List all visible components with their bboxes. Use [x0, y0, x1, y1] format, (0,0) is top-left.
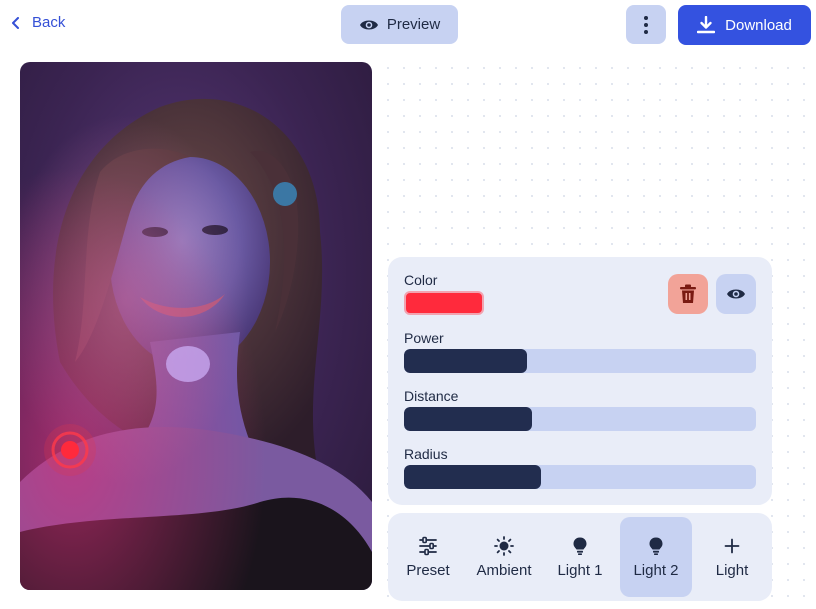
delete-light-button[interactable]	[668, 274, 708, 314]
plus-icon	[724, 538, 740, 553]
light-settings-panel: Color Power Distance Radius	[388, 257, 772, 505]
preview-button[interactable]: Preview	[341, 5, 458, 44]
eye-icon	[727, 289, 745, 299]
tab-light-1[interactable]: Light 1	[544, 517, 616, 597]
tab-ambient[interactable]: Ambient	[468, 517, 540, 597]
trash-icon	[680, 284, 696, 303]
radius-slider[interactable]	[404, 465, 756, 489]
eye-icon	[359, 20, 378, 29]
tab-label: Preset	[406, 561, 450, 579]
portrait-image	[20, 62, 372, 590]
sun-icon	[494, 535, 514, 556]
distance-label: Distance	[404, 388, 459, 404]
power-label: Power	[404, 330, 444, 346]
color-swatch[interactable]	[404, 291, 484, 315]
toggle-visibility-button[interactable]	[716, 274, 756, 314]
back-button[interactable]: Back	[10, 14, 65, 31]
light-tabs-bar: Preset Ambient Light 1 Light 2 Light	[388, 513, 772, 601]
power-slider-fill	[404, 349, 528, 373]
tab-label: Ambient	[476, 561, 532, 579]
power-slider[interactable]	[404, 349, 756, 373]
bulb-icon	[573, 537, 587, 555]
download-label: Download	[725, 16, 792, 34]
chevron-left-icon	[12, 16, 19, 29]
light-1-marker[interactable]	[273, 182, 297, 206]
download-icon	[697, 16, 716, 34]
tab-light-2[interactable]: Light 2	[620, 517, 692, 597]
more-vertical-icon	[644, 15, 648, 34]
color-label: Color	[404, 272, 438, 288]
distance-slider-fill	[404, 407, 533, 431]
distance-slider[interactable]	[404, 407, 756, 431]
portrait-illustration	[20, 62, 372, 590]
bulb-icon	[649, 537, 663, 555]
add-light-button[interactable]: Light	[696, 517, 768, 597]
more-menu-button[interactable]	[626, 5, 666, 44]
tab-label: Light 1	[557, 561, 603, 579]
tab-label: Light	[715, 561, 749, 579]
top-bar: Back Preview Download	[0, 0, 816, 50]
download-button[interactable]: Download	[678, 5, 811, 45]
radius-label: Radius	[404, 446, 448, 462]
back-label: Back	[32, 14, 66, 31]
tab-preset[interactable]: Preset	[392, 517, 464, 597]
radius-slider-fill	[404, 465, 542, 489]
preview-label: Preview	[386, 16, 441, 33]
tab-label: Light 2	[633, 561, 679, 579]
sliders-icon	[419, 536, 437, 555]
